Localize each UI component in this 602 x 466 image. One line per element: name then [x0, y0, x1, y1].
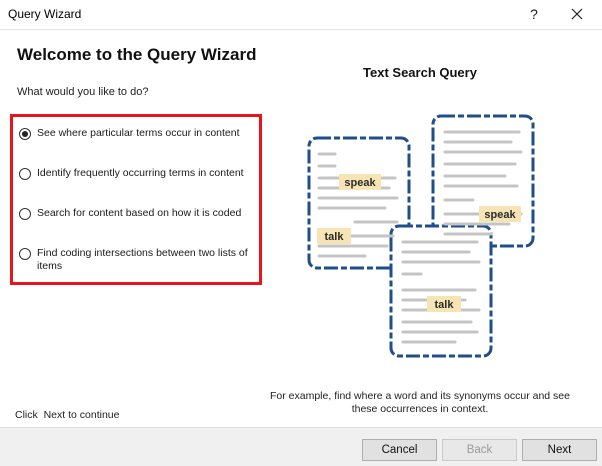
wizard-page: Welcome to the Query Wizard What would y… [0, 29, 602, 427]
window-title: Query Wizard [8, 7, 82, 21]
radio-button[interactable] [19, 208, 31, 220]
back-button[interactable]: Back [442, 439, 517, 461]
close-button[interactable] [562, 0, 592, 29]
next-button[interactable]: Next [522, 439, 597, 461]
radio-button-selected[interactable] [19, 128, 31, 140]
close-icon [571, 8, 583, 20]
radio-button[interactable] [19, 168, 31, 180]
option-label: Search for content based on how it is co… [37, 207, 242, 219]
highlight-talk-center: talk [435, 299, 455, 311]
option-label: Identify frequently occurring terms in c… [37, 167, 244, 179]
options-group: See where particular terms occur in cont… [10, 114, 262, 285]
option-coded-content[interactable]: Search for content based on how it is co… [19, 207, 259, 220]
title-bar: Query Wizard ? [0, 0, 602, 29]
illustration-caption: For example, find where a word and its s… [270, 390, 570, 415]
help-button[interactable]: ? [521, 0, 547, 29]
highlight-speak-right: speak [484, 209, 516, 221]
illustration-title: Text Search Query [363, 65, 477, 80]
highlight-speak-left: speak [344, 177, 376, 189]
radio-button[interactable] [19, 248, 31, 260]
help-icon: ? [530, 6, 538, 22]
page-title: Welcome to the Query Wizard [17, 45, 257, 64]
option-label: See where particular terms occur in cont… [37, 127, 240, 139]
option-coding-intersections[interactable]: Find coding intersections between two li… [19, 247, 259, 273]
option-frequent-terms[interactable]: Identify frequently occurring terms in c… [19, 167, 259, 180]
text-search-illustration: speak talk speak talk [307, 114, 535, 358]
option-label: Find coding intersections between two li… [37, 247, 248, 272]
option-term-occurrence[interactable]: See where particular terms occur in cont… [19, 127, 259, 140]
cancel-button[interactable]: Cancel [362, 439, 437, 461]
continue-hint: Click Next to continue [15, 409, 120, 421]
prompt-text: What would you like to do? [17, 86, 149, 98]
button-bar: Cancel Back Next [0, 427, 602, 466]
highlight-talk-left: talk [325, 231, 345, 243]
